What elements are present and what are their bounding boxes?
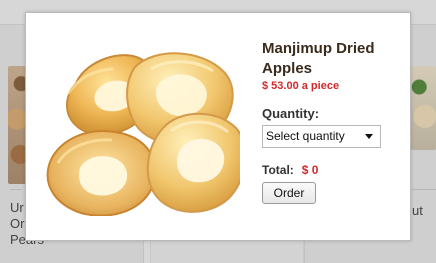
total-label: Total: — [262, 163, 294, 177]
apple-ring-bottom-left — [46, 130, 157, 216]
product-price: $ 53.00 a piece — [262, 80, 340, 92]
quantity-select-value: Select quantity — [266, 129, 345, 143]
quantity-select[interactable]: Select quantity — [262, 125, 381, 148]
background-divider-left — [10, 189, 22, 190]
order-button[interactable]: Order — [262, 182, 316, 204]
product-modal: Manjimup Dried Apples $ 53.00 a piece Qu… — [25, 12, 411, 241]
background-divider-right — [412, 189, 436, 190]
apple-ring-right — [146, 112, 240, 213]
product-details: Manjimup Dried Apples $ 53.00 a piece Qu… — [262, 39, 402, 204]
product-image — [46, 52, 240, 216]
background-product-title-right: ut — [412, 203, 423, 218]
total-row: Total: $ 0 — [262, 163, 402, 177]
total-value: $ 0 — [301, 163, 319, 177]
quantity-label: Quantity: — [262, 106, 320, 121]
dropdown-arrow-icon — [365, 134, 373, 139]
background-product-image-right — [408, 66, 436, 150]
product-title: Manjimup Dried Apples — [262, 40, 375, 77]
